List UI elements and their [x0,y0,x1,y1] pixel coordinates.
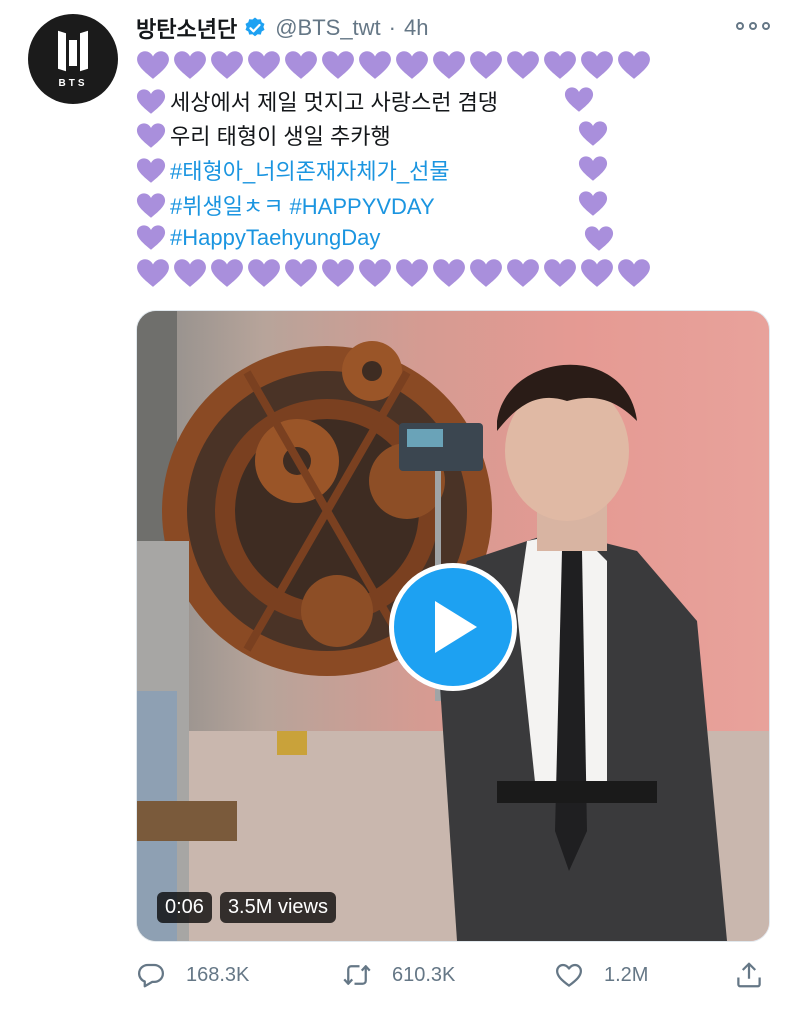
tweet-text: 세상에서 제일 멋지고 사랑스런 겸댕 [170,90,499,115]
separator-dot: · [388,15,396,40]
heart-outline-icon [556,963,582,987]
bts-logo-icon [56,30,90,74]
play-icon [435,601,477,653]
video-player[interactable]: 0:06 3.5M views [136,310,770,942]
purple-heart-icon [136,258,170,288]
purple-heart-icon [469,50,503,80]
tweet-timestamp[interactable]: 4h [404,15,428,41]
purple-heart-icon [469,258,503,288]
purple-heart-icon [584,225,614,252]
purple-heart-icon [284,50,318,80]
play-button[interactable] [389,563,517,691]
purple-heart-icon [543,258,577,288]
hashtag-link[interactable]: #HappyTaehyungDay [170,225,380,251]
retweet-count: 610.3K [392,963,456,986]
purple-heart-icon [136,122,166,149]
tweet-actions: 168.3K 610.3K 1.2M [136,960,776,996]
purple-heart-icon [136,157,166,184]
purple-heart-icon [136,50,170,80]
tweet-line: #뷔생일ㅊㅋ #HAPPYVDAY [136,189,435,221]
purple-heart-icon [432,258,466,288]
user-handle[interactable]: @BTS_twt [275,15,380,41]
purple-heart-icon [284,258,318,288]
tweet-line: 세상에서 제일 멋지고 사랑스런 겸댕 [136,85,498,117]
hashtag-link[interactable]: #뷔생일ㅊㅋ #HAPPYVDAY [170,189,435,221]
purple-heart-icon [580,50,614,80]
purple-heart-icon [173,258,207,288]
purple-heart-icon [247,50,281,80]
purple-heart-icon [543,50,577,80]
more-options-icon[interactable] [736,14,770,38]
reply-icon [138,963,164,988]
purple-heart-icon [564,86,594,113]
like-count: 1.2M [604,963,649,986]
video-duration-badge: 0:06 [157,892,212,923]
tweet-line: #HappyTaehyungDay [136,224,380,251]
purple-heart-icon [617,50,651,80]
tweet-line: #태형아_너의존재자체가_선물 [136,154,450,186]
tweet-header: 방탄소년단 @BTS_twt · 4h [136,12,428,44]
share-icon [737,962,761,988]
hashtag-link[interactable]: #태형아_너의존재자체가_선물 [170,154,450,186]
avatar-label: BTS [58,77,88,89]
purple-heart-icon [432,50,466,80]
purple-heart-icon [358,50,392,80]
purple-heart-icon [247,258,281,288]
purple-heart-icon [506,50,540,80]
avatar[interactable]: BTS [28,14,118,104]
purple-heart-icon [617,258,651,288]
reply-action[interactable]: 168.3K [136,960,249,990]
purple-heart-icon [395,258,429,288]
share-action[interactable] [734,960,764,990]
purple-heart-icon [136,224,166,251]
like-action[interactable]: 1.2M [554,960,648,990]
purple-heart-icon [136,192,166,219]
purple-heart-icon [321,258,355,288]
retweet-action[interactable]: 610.3K [342,960,455,990]
purple-heart-icon [173,50,207,80]
tweet-text: 우리 태형이 생일 추카행 [170,124,391,149]
video-info-badges: 0:06 3.5M views [157,892,336,923]
verified-badge-icon [245,17,265,37]
purple-heart-icon [578,155,608,182]
reply-count: 168.3K [186,963,250,986]
purple-heart-icon [395,50,429,80]
purple-heart-icon [506,258,540,288]
video-views-badge: 3.5M views [219,892,336,923]
heart-emoji-row-top [136,50,651,80]
purple-heart-icon [210,258,244,288]
purple-heart-icon [321,50,355,80]
display-name[interactable]: 방탄소년단 [136,12,237,44]
purple-heart-icon [578,120,608,147]
purple-heart-icon [358,258,392,288]
retweet-icon [343,965,371,985]
heart-emoji-row-bottom [136,258,651,288]
purple-heart-icon [210,50,244,80]
purple-heart-icon [580,258,614,288]
tweet-line: 우리 태형이 생일 추카행 [136,119,391,151]
purple-heart-icon [136,88,166,115]
purple-heart-icon [578,190,608,217]
